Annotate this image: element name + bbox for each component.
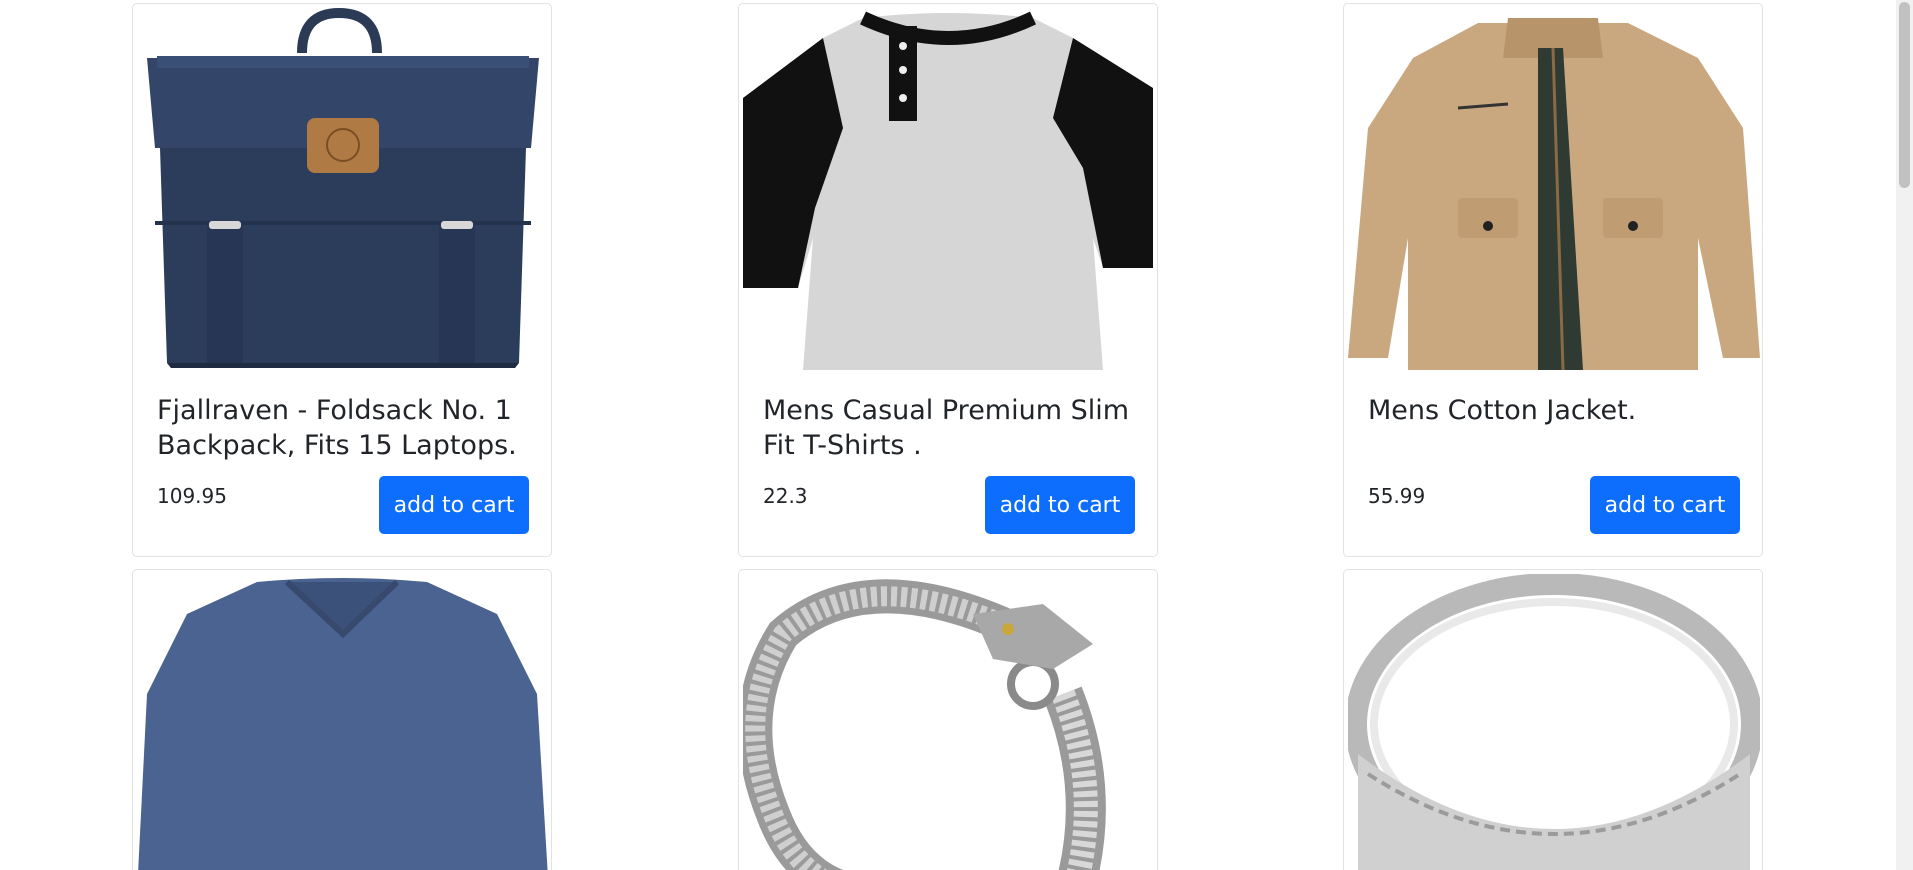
- product-card: Mens Cotton Jacket. 55.99 add to cart: [1343, 3, 1763, 557]
- product-image-backpack: [137, 8, 549, 370]
- product-title: Mens Cotton Jacket.: [1368, 395, 1637, 426]
- product-image-long-sleeve-shirt: [137, 574, 549, 870]
- product-image-silver-ring: [1348, 574, 1760, 870]
- product-price: 109.95: [157, 484, 227, 508]
- product-card: [1343, 569, 1763, 870]
- product-price: 55.99: [1368, 484, 1426, 508]
- product-image-jacket: [1348, 8, 1760, 370]
- vertical-scrollbar[interactable]: [1896, 0, 1913, 870]
- product-title: Mens Casual Premium Slim Fit T-Shirts .: [763, 395, 1130, 461]
- product-card: [738, 569, 1158, 870]
- product-price: 22.3: [763, 484, 808, 508]
- add-to-cart-button[interactable]: add to cart: [1590, 476, 1740, 534]
- product-title: Fjallraven - Foldsack No. 1 Backpack, Fi…: [157, 395, 517, 461]
- product-image-tshirt: [743, 8, 1155, 370]
- product-card: [132, 569, 552, 870]
- product-card: Fjallraven - Foldsack No. 1 Backpack, Fi…: [132, 3, 552, 557]
- product-image-dragon-bracelet: [743, 574, 1155, 870]
- add-to-cart-button[interactable]: add to cart: [985, 476, 1135, 534]
- add-to-cart-button[interactable]: add to cart: [379, 476, 529, 534]
- product-grid-page: Fjallraven - Foldsack No. 1 Backpack, Fi…: [0, 0, 1913, 870]
- product-card: Mens Casual Premium Slim Fit T-Shirts . …: [738, 3, 1158, 557]
- scrollbar-thumb[interactable]: [1899, 2, 1910, 188]
